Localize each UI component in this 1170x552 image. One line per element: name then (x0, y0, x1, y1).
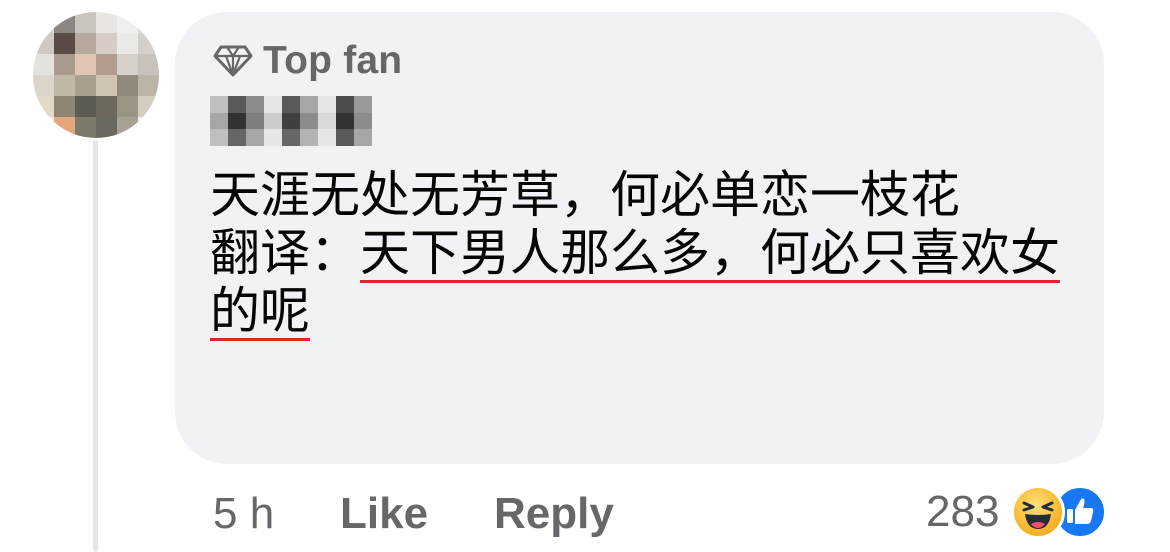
avatar-pixel (54, 54, 75, 75)
name-pixel (246, 112, 264, 130)
avatar-pixel (54, 12, 75, 33)
avatar-pixel (54, 75, 75, 96)
avatar-pixel (75, 12, 96, 33)
name-pixel (228, 112, 246, 130)
comment-line: 天涯无处无芳草，何必单恋一枝花 (210, 166, 960, 224)
avatar-pixel (75, 33, 96, 54)
avatar-pixel (117, 75, 138, 96)
avatar-pixel (138, 117, 159, 138)
avatar-pixel (138, 33, 159, 54)
avatar-pixel (96, 96, 117, 117)
name-pixel (228, 96, 246, 113)
avatar-pixel (75, 96, 96, 117)
translation-line: 翻译：天下男人那么多，何必只喜欢女的呢 (210, 224, 1080, 340)
avatar-pixel (117, 96, 138, 117)
like-button[interactable]: Like (340, 489, 494, 539)
avatar-pixel (54, 96, 75, 117)
avatar[interactable] (33, 12, 159, 138)
name-pixel (282, 96, 300, 113)
name-pixel (300, 112, 318, 130)
avatar-pixel (96, 12, 117, 33)
translation-label: 翻译： (210, 224, 360, 282)
avatar-pixel (75, 117, 96, 138)
avatar-pixel (33, 117, 54, 138)
name-pixel (300, 129, 318, 146)
avatar-pixel (54, 117, 75, 138)
comment-actions: 5 h Like Reply (213, 486, 614, 542)
thread-line (93, 140, 98, 552)
comment-text: 天涯无处无芳草，何必单恋一枝花 翻译：天下男人那么多，何必只喜欢女的呢 (210, 166, 1080, 340)
avatar-pixel (96, 54, 117, 75)
avatar-pixel (54, 33, 75, 54)
avatar-pixel (117, 12, 138, 33)
avatar-pixel (33, 33, 54, 54)
avatar-pixel (33, 54, 54, 75)
avatar-pixel (117, 54, 138, 75)
timestamp[interactable]: 5 h (213, 489, 340, 539)
name-pixel (318, 112, 336, 130)
name-pixel (354, 112, 372, 130)
avatar-pixel (138, 12, 159, 33)
avatar-pixel (117, 117, 138, 138)
name-pixel (210, 112, 228, 130)
avatar-pixel (33, 96, 54, 117)
name-pixel (282, 129, 300, 146)
avatar-pixel (75, 75, 96, 96)
avatar-pixel (96, 33, 117, 54)
name-pixel (246, 96, 264, 113)
avatar-pixel (96, 75, 117, 96)
avatar-pixel (138, 96, 159, 117)
avatar-pixel (75, 54, 96, 75)
name-pixel (354, 96, 372, 113)
name-pixel (336, 129, 354, 146)
reaction-icons[interactable] (1011, 485, 1111, 539)
commenter-name-blurred[interactable] (210, 96, 372, 146)
top-fan-badge: Top fan (213, 38, 402, 84)
avatar-pixel (117, 33, 138, 54)
avatar-pixel (33, 12, 54, 33)
diamond-icon (213, 45, 253, 77)
name-pixel (300, 96, 318, 113)
haha-icon (1011, 485, 1066, 539)
name-pixel (228, 129, 246, 146)
name-pixel (282, 112, 300, 130)
avatar-pixel (138, 54, 159, 75)
name-pixel (210, 96, 228, 113)
name-pixel (318, 129, 336, 146)
name-pixel (354, 129, 372, 146)
name-pixel (336, 112, 354, 130)
name-pixel (318, 96, 336, 113)
avatar-pixel (33, 75, 54, 96)
badge-label: Top fan (263, 39, 403, 82)
reply-button[interactable]: Reply (494, 489, 614, 539)
avatar-pixel (138, 75, 159, 96)
name-pixel (246, 129, 264, 146)
name-pixel (264, 129, 282, 146)
reaction-summary[interactable]: 283 (926, 484, 1111, 540)
avatar-pixel (96, 117, 117, 138)
name-pixel (264, 96, 282, 113)
name-pixel (336, 96, 354, 113)
name-pixel (264, 112, 282, 130)
reaction-count[interactable]: 283 (926, 487, 999, 537)
name-pixel (210, 129, 228, 146)
